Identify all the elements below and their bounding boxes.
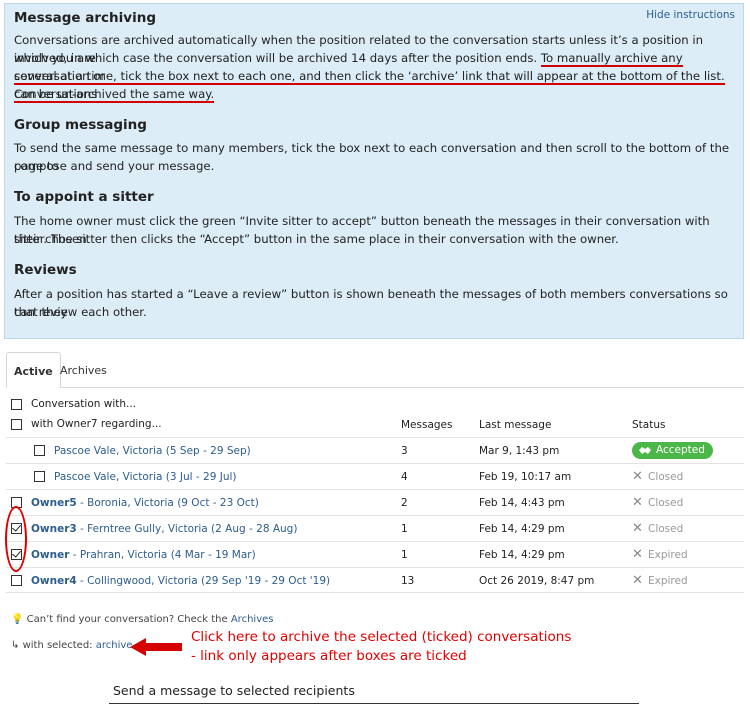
status-text: Closed (648, 471, 684, 483)
annotation-line-2: - link only appears after boxes are tick… (191, 648, 467, 664)
status-badge: ✕ Expired (632, 542, 688, 568)
row-checkbox[interactable] (11, 575, 22, 586)
row-last-message: Feb 19, 10:17 am (479, 471, 572, 483)
close-icon: ✕ (632, 547, 643, 562)
row-owner-link[interactable]: Owner (31, 549, 69, 561)
row-last-message: Feb 14, 4:43 pm (479, 497, 565, 509)
archiving-title: Message archiving (14, 10, 157, 26)
tab-archives[interactable]: Archives (53, 352, 114, 388)
close-icon: ✕ (632, 573, 643, 588)
row-conversation-label: Owner5 - Boronia, Victoria (9 Oct - 23 O… (31, 490, 259, 516)
row-position-link[interactable]: Pascoe Vale, Victoria (3 Jul - 29 Jul) (54, 464, 237, 490)
group-title: Group messaging (14, 117, 147, 133)
row-checkbox[interactable] (34, 445, 45, 456)
status-column-header: Status (632, 419, 666, 431)
hide-instructions-link[interactable]: Hide instructions (646, 9, 735, 21)
status-text: Expired (648, 549, 688, 561)
row-conversation-label: Owner - Prahran, Victoria (4 Mar - 19 Ma… (31, 542, 256, 568)
table-row[interactable]: Owner - Prahran, Victoria (4 Mar - 19 Ma… (6, 541, 744, 567)
row-message-count: 3 (401, 445, 408, 457)
row-owner-link[interactable]: Owner4 (31, 575, 77, 587)
table-row[interactable]: Owner5 - Boronia, Victoria (9 Oct - 23 O… (6, 489, 744, 515)
return-arrow-icon: ↳ (11, 640, 20, 651)
row-last-message: Mar 9, 1:43 pm (479, 445, 560, 457)
accepted-badge: Accepted (632, 442, 713, 459)
conversation-with-header: Conversation with... (31, 398, 137, 410)
close-icon: ✕ (632, 495, 643, 510)
select-owner7-checkbox[interactable] (11, 419, 22, 430)
row-message-count: 13 (401, 575, 415, 587)
row-position-link[interactable]: - Boronia, Victoria (9 Oct - 23 Oct) (77, 497, 259, 509)
row-conversation-label: Owner3 - Ferntree Gully, Victoria (2 Aug… (31, 516, 297, 542)
archiving-text-4-span: can be un-archived the same way. (14, 87, 215, 103)
cant-find-note: 💡 Can’t find your conversation? Check th… (11, 614, 273, 625)
compose-heading[interactable]: Send a message to selected recipients (109, 680, 639, 704)
status-text: Expired (648, 575, 688, 587)
row-last-message: Feb 14, 4:29 pm (479, 523, 565, 535)
sitter-text-2: sitter. The sitter then clicks the “Acce… (14, 232, 619, 246)
row-message-count: 4 (401, 471, 408, 483)
table-row[interactable]: Owner4 - Collingwood, Victoria (29 Sep '… (6, 567, 744, 593)
owner7-group-header: with Owner7 regarding... (31, 418, 162, 430)
group-text-2: compose and send your message. (14, 159, 215, 173)
row-message-count: 1 (401, 549, 408, 561)
archive-link[interactable]: archive (96, 640, 133, 651)
last-message-column-header: Last message (479, 419, 552, 431)
cant-find-text: Can’t find your conversation? Check the (26, 614, 231, 625)
status-badge: ✕ Expired (632, 568, 688, 594)
row-owner-link[interactable]: Owner3 (31, 523, 77, 535)
sitter-title: To appoint a sitter (14, 189, 154, 205)
row-message-count: 1 (401, 523, 408, 535)
archiving-text-4: can be un-archived the same way. (14, 85, 736, 103)
row-checkbox[interactable] (34, 471, 45, 482)
row-owner-link[interactable]: Owner5 (31, 497, 77, 509)
messages-column-header: Messages (401, 419, 453, 431)
status-text: Closed (648, 497, 684, 509)
row-position-link[interactable]: - Collingwood, Victoria (29 Sep '19 - 29… (77, 575, 330, 587)
table-row[interactable]: Pascoe Vale, Victoria (3 Jul - 29 Jul) 4… (6, 463, 744, 489)
reviews-text-2: can review each other. (14, 305, 147, 319)
archives-link[interactable]: Archives (231, 614, 274, 625)
handshake-icon (639, 447, 651, 454)
status-badge: ✕ Closed (632, 490, 683, 516)
lightbulb-icon: 💡 (11, 614, 24, 625)
row-position-link[interactable]: - Ferntree Gully, Victoria (2 Aug - 28 A… (77, 523, 297, 535)
with-selected-text: with selected: (22, 640, 96, 651)
conversation-tabs: Active Archives (6, 352, 744, 388)
row-position-link[interactable]: Pascoe Vale, Victoria (5 Sep - 29 Sep) (54, 438, 251, 464)
select-all-checkbox[interactable] (11, 399, 22, 410)
table-row[interactable]: Pascoe Vale, Victoria (5 Sep - 29 Sep) 3… (6, 437, 744, 463)
status-text: Accepted (656, 444, 705, 456)
status-badge: ✕ Closed (632, 516, 683, 542)
with-selected-bar: ↳ with selected: archive (11, 640, 132, 651)
annotation-line-1: Click here to archive the selected (tick… (191, 629, 572, 645)
status-badge: ✕ Closed (632, 464, 683, 490)
highlight-oval (5, 506, 27, 572)
status-badge: Accepted (632, 438, 713, 459)
close-icon: ✕ (632, 469, 643, 484)
status-text: Closed (648, 523, 684, 535)
row-last-message: Oct 26 2019, 8:47 pm (479, 575, 595, 587)
row-position-link[interactable]: - Prahran, Victoria (4 Mar - 19 Mar) (69, 549, 256, 561)
instructions-panel: Message archiving Hide instructions Conv… (4, 3, 744, 339)
row-message-count: 2 (401, 497, 408, 509)
row-conversation-label: Owner4 - Collingwood, Victoria (29 Sep '… (31, 568, 330, 594)
archiving-text-2a: involved, in which case the conversation… (14, 51, 541, 65)
reviews-title: Reviews (14, 262, 77, 278)
table-row[interactable]: Owner3 - Ferntree Gully, Victoria (2 Aug… (6, 515, 744, 541)
red-arrow-icon (130, 638, 182, 656)
close-icon: ✕ (632, 521, 643, 536)
row-last-message: Feb 14, 4:29 pm (479, 549, 565, 561)
